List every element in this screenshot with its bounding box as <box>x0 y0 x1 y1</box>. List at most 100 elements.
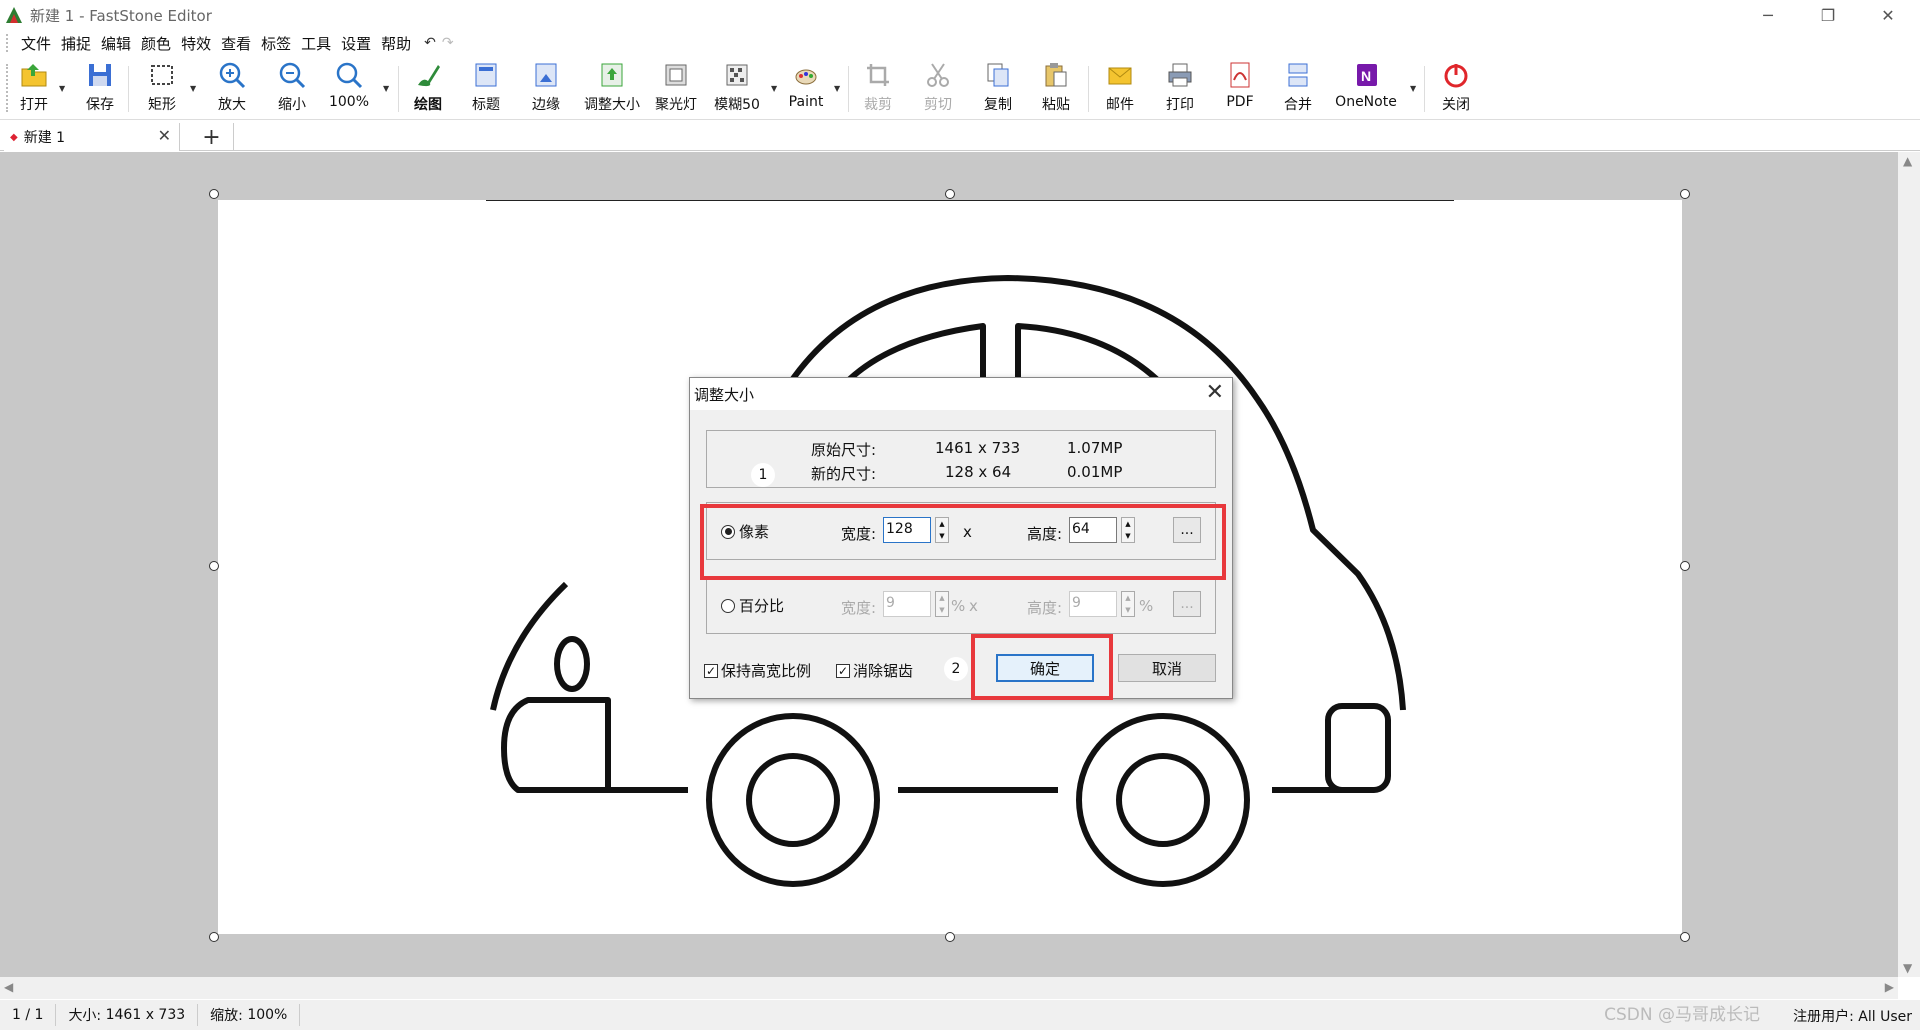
redo-icon[interactable]: ↷ <box>442 35 454 51</box>
original-mp-value: 1.07MP <box>1067 439 1123 457</box>
merge-button[interactable]: 合并 <box>1278 60 1318 118</box>
close-window-button[interactable]: ✕ <box>1860 0 1916 30</box>
scroll-down-icon[interactable]: ▼ <box>1903 961 1912 975</box>
percent-width-input[interactable]: 9 <box>883 591 931 617</box>
onenote-button[interactable]: N OneNote <box>1328 60 1404 118</box>
scroll-right-icon[interactable]: ▶ <box>1885 980 1894 994</box>
zoom-indicator: 缩放: 100% <box>198 1004 301 1026</box>
draw-label: 绘图 <box>414 97 442 113</box>
cut-label: 剪切 <box>924 97 952 113</box>
resize-handle[interactable] <box>945 932 955 942</box>
resize-handle[interactable] <box>209 561 219 571</box>
percent-height-input[interactable]: 9 <box>1069 591 1117 617</box>
original-size-label: 原始尺寸: <box>811 441 877 459</box>
cut-button[interactable]: 剪切 <box>918 60 958 118</box>
resize-handle[interactable] <box>945 189 955 199</box>
percent-presets-button[interactable]: ... <box>1173 591 1201 617</box>
size-value: 1461 x 733 <box>105 1007 186 1023</box>
scroll-up-icon[interactable]: ▲ <box>1903 154 1912 168</box>
copy-label: 复制 <box>984 97 1012 113</box>
zoom-out-button[interactable]: 缩小 <box>270 60 314 118</box>
tab-new-1[interactable]: ◆ 新建 1 ✕ <box>4 123 180 151</box>
watermark: CSDN @马哥成长记 <box>1604 1005 1760 1025</box>
minimize-button[interactable]: ─ <box>1740 0 1796 30</box>
mail-button[interactable]: 邮件 <box>1100 60 1140 118</box>
scroll-left-icon[interactable]: ◀ <box>4 980 13 994</box>
open-dropdown-icon[interactable]: ▼ <box>59 84 65 93</box>
menu-tools[interactable]: 工具 <box>296 33 336 54</box>
edge-button[interactable]: 边缘 <box>526 60 566 118</box>
pdf-button[interactable]: PDF <box>1220 60 1260 118</box>
spotlight-button[interactable]: 聚光灯 <box>652 60 700 118</box>
tab-close-icon[interactable]: ✕ <box>158 126 171 145</box>
percent-height-stepper[interactable]: ▲ ▼ <box>1121 591 1135 617</box>
resize-handle[interactable] <box>1680 561 1690 571</box>
zoom-actual-icon <box>336 62 363 89</box>
menu-capture[interactable]: 捕捉 <box>56 33 96 54</box>
onenote-dropdown-icon[interactable]: ▼ <box>1410 84 1416 93</box>
percent-width-stepper[interactable]: ▲ ▼ <box>935 591 949 617</box>
restore-button[interactable]: ❐ <box>1800 0 1856 30</box>
crop-button[interactable]: 裁剪 <box>858 60 898 118</box>
save-button[interactable]: 保存 <box>78 60 122 118</box>
menu-edit[interactable]: 编辑 <box>96 33 136 54</box>
menu-effects[interactable]: 特效 <box>176 33 216 54</box>
step-1-badge: 1 <box>751 463 775 487</box>
print-button[interactable]: 打印 <box>1160 60 1200 118</box>
menu-tabs[interactable]: 标签 <box>256 33 296 54</box>
zoom-100-button[interactable]: 100% <box>326 60 372 118</box>
paint-dropdown-icon[interactable]: ▼ <box>834 84 840 93</box>
close-label: 关闭 <box>1442 97 1470 113</box>
zoom-dropdown-icon[interactable]: ▼ <box>383 84 389 93</box>
onenote-icon: N <box>1357 64 1377 86</box>
vertical-scrollbar[interactable]: ▲ ▼ <box>1898 152 1920 977</box>
rectangle-select-icon <box>151 65 173 85</box>
undo-icon[interactable]: ↶ <box>424 35 436 51</box>
spotlight-icon <box>665 64 687 86</box>
paste-button[interactable]: 粘贴 <box>1036 60 1076 118</box>
resize-handle[interactable] <box>209 189 219 199</box>
rect-select-button[interactable]: 矩形 <box>140 60 184 118</box>
resize-handle[interactable] <box>209 932 219 942</box>
resize-handle[interactable] <box>1680 189 1690 199</box>
menu-file[interactable]: 文件 <box>16 33 56 54</box>
dialog-close-icon[interactable]: ✕ <box>1206 380 1224 405</box>
size-info-panel: 原始尺寸: 1461 x 733 1.07MP 新的尺寸: 128 x 64 0… <box>706 430 1216 488</box>
dialog-title: 调整大小 <box>694 385 755 404</box>
zoom-in-button[interactable]: 放大 <box>210 60 254 118</box>
menu-color[interactable]: 颜色 <box>136 33 176 54</box>
resize-button[interactable]: 调整大小 <box>580 60 644 118</box>
pdf-label: PDF <box>1226 94 1254 110</box>
menu-bar: 文件 捕捉 编辑 颜色 特效 查看 标签 工具 设置 帮助 ↶ ↷ <box>0 30 1920 56</box>
toolbar-separator <box>128 66 129 112</box>
draw-button[interactable]: 绘图 <box>408 60 448 118</box>
add-tab-button[interactable]: + <box>190 123 234 151</box>
caption-button[interactable]: 标题 <box>466 60 506 118</box>
keep-ratio-checkbox[interactable]: ✓ 保持高宽比例 <box>704 660 811 681</box>
paste-clipboard-icon <box>1045 63 1067 87</box>
zoom-in-label: 放大 <box>218 97 246 113</box>
blur-dropdown-icon[interactable]: ▼ <box>771 84 777 93</box>
modified-dot-icon: ◆ <box>10 131 18 143</box>
paint-button[interactable]: Paint <box>782 60 830 118</box>
pdf-icon <box>1230 62 1250 88</box>
percent-radio[interactable]: 百分比 <box>721 595 784 616</box>
blur-button[interactable]: 模糊50 <box>712 60 762 118</box>
menu-settings[interactable]: 设置 <box>336 33 376 54</box>
resize-handle[interactable] <box>1680 932 1690 942</box>
toolbar-separator <box>1424 66 1425 112</box>
edge-icon <box>535 63 557 87</box>
cancel-button[interactable]: 取消 <box>1118 654 1216 682</box>
menu-view[interactable]: 查看 <box>216 33 256 54</box>
resize-label: 调整大小 <box>584 97 640 113</box>
draw-brush-icon <box>418 65 440 87</box>
menu-help[interactable]: 帮助 <box>376 33 416 54</box>
copy-button[interactable]: 复制 <box>978 60 1018 118</box>
open-button[interactable]: 打开 <box>14 60 54 118</box>
highlight-pixel-group <box>700 504 1226 580</box>
new-size-label: 新的尺寸: <box>811 465 877 483</box>
close-button[interactable]: 关闭 <box>1436 60 1476 118</box>
horizontal-scrollbar[interactable]: ◀ ▶ <box>0 977 1898 999</box>
rect-dropdown-icon[interactable]: ▼ <box>190 84 196 93</box>
antialias-checkbox[interactable]: ✓ 消除锯齿 <box>836 660 913 681</box>
